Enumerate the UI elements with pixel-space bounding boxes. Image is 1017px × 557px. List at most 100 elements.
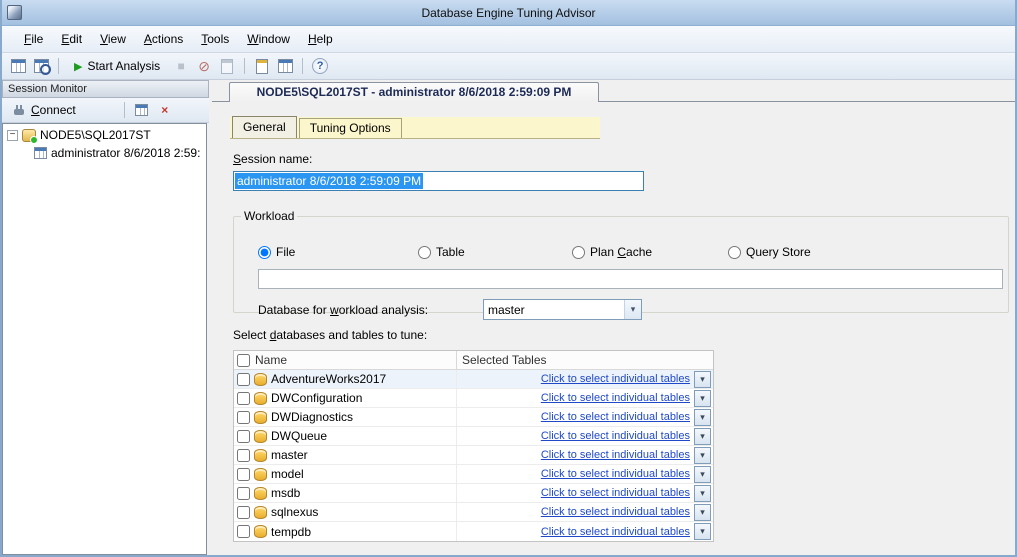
select-tables-link[interactable]: Click to select individual tables xyxy=(541,526,690,538)
save-session-glyph xyxy=(221,59,233,74)
workload-radio-query-store[interactable]: Query Store xyxy=(728,245,811,259)
database-label: Database for workload analysis: xyxy=(258,303,428,317)
select-tables-link[interactable]: Click to select individual tables xyxy=(541,430,690,442)
stop-analysis-icon: ⊘ xyxy=(194,56,214,76)
connect-button[interactable]: Connect xyxy=(6,101,82,119)
database-icon xyxy=(254,430,267,443)
page-tab-strip: General Tuning Options xyxy=(230,117,600,139)
table-row: master Click to select individual tables… xyxy=(234,446,713,465)
import-workload-icon[interactable] xyxy=(252,56,272,76)
tables-dropdown-button[interactable]: ▾ xyxy=(694,409,711,426)
select-tables-link[interactable]: Click to select individual tables xyxy=(541,449,690,461)
table-row: DWQueue Click to select individual table… xyxy=(234,427,713,446)
main-toolbar: ▶ Start Analysis ■ ⊘ ? xyxy=(2,53,1015,80)
import-workload-glyph xyxy=(256,59,268,74)
workload-file-input[interactable] xyxy=(258,269,1003,289)
row-checkbox[interactable] xyxy=(237,525,250,538)
table-row: AdventureWorks2017 Click to select indiv… xyxy=(234,370,713,389)
database-name: msdb xyxy=(271,486,300,500)
select-tables-link[interactable]: Click to select individual tables xyxy=(541,487,690,499)
row-checkbox[interactable] xyxy=(237,373,250,386)
workload-radio-file[interactable]: File xyxy=(258,245,295,259)
database-name: DWConfiguration xyxy=(271,391,362,405)
menu-item-help[interactable]: Help xyxy=(299,28,342,50)
session-document-tab[interactable]: NODE5\SQL2017ST - administrator 8/6/2018… xyxy=(229,82,599,102)
name-column-header: Name xyxy=(234,351,457,369)
row-checkbox[interactable] xyxy=(237,449,250,462)
select-tables-link[interactable]: Click to select individual tables xyxy=(541,411,690,423)
database-combo[interactable]: master ▾ xyxy=(483,299,642,320)
session-monitor-panel: Session Monitor Connect × − NODE5\SQL201… xyxy=(2,80,209,555)
menu-item-edit[interactable]: Edit xyxy=(52,28,91,50)
name-cell: master xyxy=(234,446,457,464)
database-name: AdventureWorks2017 xyxy=(271,372,386,386)
collapse-icon[interactable]: − xyxy=(7,130,18,141)
workload-radio-plan-cache[interactable]: Plan Cache xyxy=(572,245,652,259)
selected-tables-cell: Click to select individual tables ▾ xyxy=(457,427,713,445)
column-header-name: Name xyxy=(255,353,287,367)
select-tables-link[interactable]: Click to select individual tables xyxy=(541,392,690,404)
menu-item-view[interactable]: View xyxy=(91,28,135,50)
database-name: model xyxy=(271,467,304,481)
selected-tables-cell: Click to select individual tables ▾ xyxy=(457,522,713,541)
workload-legend: Workload xyxy=(241,209,297,223)
workload-groupbox: Workload FileTablePlan CacheQuery Store … xyxy=(233,209,1009,313)
open-session-icon[interactable] xyxy=(31,56,51,76)
title-bar[interactable]: Database Engine Tuning Advisor xyxy=(2,0,1015,26)
toolbar-separator xyxy=(302,58,303,74)
row-checkbox[interactable] xyxy=(237,468,250,481)
select-all-checkbox[interactable] xyxy=(237,354,250,367)
selected-tables-cell: Click to select individual tables ▾ xyxy=(457,484,713,502)
select-tables-link[interactable]: Click to select individual tables xyxy=(541,373,690,385)
name-cell: model xyxy=(234,465,457,483)
help-icon[interactable]: ? xyxy=(312,58,328,74)
window-title: Database Engine Tuning Advisor xyxy=(2,6,1015,20)
session-name-input[interactable]: administrator 8/6/2018 2:59:09 PM xyxy=(233,171,644,191)
tables-dropdown-button[interactable]: ▾ xyxy=(694,371,711,388)
menu-item-actions[interactable]: Actions xyxy=(135,28,192,50)
session-icon xyxy=(34,147,47,159)
row-checkbox[interactable] xyxy=(237,392,250,405)
tables-dropdown-button[interactable]: ▾ xyxy=(694,504,711,521)
start-analysis-button[interactable]: ▶ Start Analysis xyxy=(66,57,168,75)
tables-dropdown-button[interactable]: ▾ xyxy=(694,485,711,502)
menu-item-file[interactable]: File xyxy=(15,28,52,50)
document-area: NODE5\SQL2017ST - administrator 8/6/2018… xyxy=(212,80,1015,555)
combo-arrow-icon[interactable]: ▾ xyxy=(624,300,641,319)
pause-analysis-icon: ■ xyxy=(171,56,191,76)
row-checkbox[interactable] xyxy=(237,487,250,500)
tables-dropdown-button[interactable]: ▾ xyxy=(694,428,711,445)
start-session-glyph xyxy=(135,104,148,116)
row-checkbox[interactable] xyxy=(237,430,250,443)
table-row: DWConfiguration Click to select individu… xyxy=(234,389,713,408)
tab-tuning-options[interactable]: Tuning Options xyxy=(299,118,402,138)
new-session-icon[interactable] xyxy=(8,56,28,76)
menu-item-window[interactable]: Window xyxy=(238,28,299,50)
tab-general[interactable]: General xyxy=(232,116,297,138)
row-checkbox[interactable] xyxy=(237,506,250,519)
toolbar-separator xyxy=(244,58,245,74)
name-cell: DWConfiguration xyxy=(234,389,457,407)
server-icon xyxy=(22,129,36,142)
menu-item-tools[interactable]: Tools xyxy=(192,28,238,50)
tree-node-server[interactable]: − NODE5\SQL2017ST xyxy=(3,124,206,142)
workload-radio-table[interactable]: Table xyxy=(418,245,465,259)
select-tables-link[interactable]: Click to select individual tables xyxy=(541,506,690,518)
session-name-label: Session name: xyxy=(233,152,312,166)
row-checkbox[interactable] xyxy=(237,411,250,424)
connect-label: Connect xyxy=(31,103,76,117)
select-tables-link[interactable]: Click to select individual tables xyxy=(541,468,690,480)
tree-node-session[interactable]: administrator 8/6/2018 2:59: xyxy=(3,142,206,160)
database-name: tempdb xyxy=(271,525,311,539)
database-icon xyxy=(254,392,267,405)
tables-dropdown-button[interactable]: ▾ xyxy=(694,447,711,464)
name-cell: tempdb xyxy=(234,522,457,541)
tables-dropdown-button[interactable]: ▾ xyxy=(694,466,711,483)
tables-dropdown-button[interactable]: ▾ xyxy=(694,523,711,540)
selected-text: administrator 8/6/2018 2:59:09 PM xyxy=(235,173,423,189)
database-icon xyxy=(254,449,267,462)
export-results-icon[interactable] xyxy=(275,56,295,76)
tables-dropdown-button[interactable]: ▾ xyxy=(694,390,711,407)
selected-tables-cell: Click to select individual tables ▾ xyxy=(457,408,713,426)
database-icon xyxy=(254,525,267,538)
